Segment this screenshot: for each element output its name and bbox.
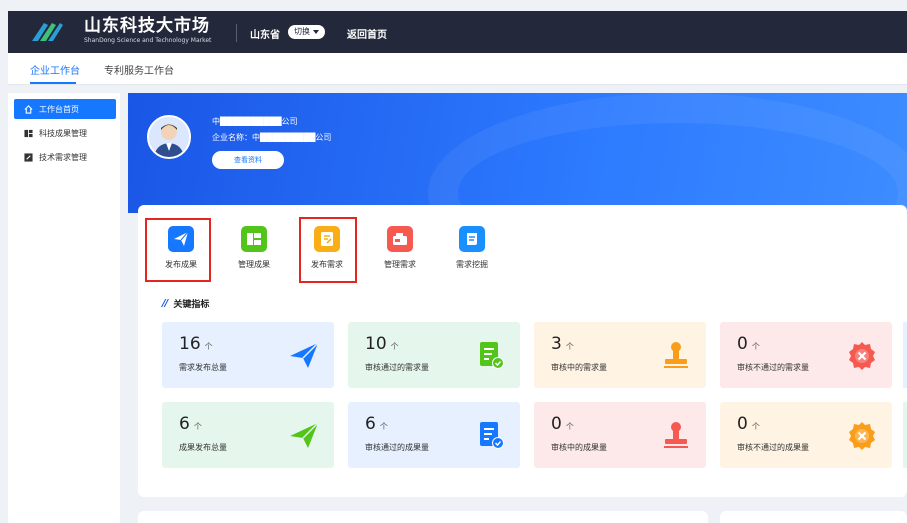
- stat-value-row: 0个: [737, 334, 760, 354]
- grid-icon: [24, 129, 33, 137]
- quick-action-demand-mining[interactable]: 需求挖掘: [442, 226, 502, 270]
- stat-label: 需求发布总量: [179, 363, 227, 372]
- stat-unit: 个: [751, 342, 760, 351]
- stat-value-row: 6个: [179, 414, 202, 434]
- key-indicators-title: // 关键指标: [162, 297, 209, 310]
- stat-label: 成果发布总量: [179, 443, 227, 452]
- bottom-panel: [138, 511, 708, 523]
- user-avatar-icon: [149, 117, 189, 157]
- edit-icon: [24, 152, 33, 162]
- sidebar-item-home[interactable]: 工作台首页: [14, 99, 116, 119]
- company-short-name: 中██████████公司: [212, 117, 298, 126]
- stat-label: 审核中的需求量: [551, 363, 607, 372]
- stat-value-row: 0个: [551, 414, 574, 434]
- stat-card-demand-reviewing[interactable]: 3个 审核中的需求量: [534, 322, 706, 388]
- stat-unit: 个: [565, 422, 574, 431]
- switch-label: 切换: [294, 27, 310, 36]
- stat-unit: 个: [193, 422, 202, 431]
- stat-unit: 个: [379, 422, 388, 431]
- tab-enterprise-workspace[interactable]: 企业工作台: [30, 62, 80, 77]
- stat-value: 0: [737, 414, 748, 434]
- stat-value: 16: [179, 334, 201, 354]
- stat-value: 3: [551, 334, 562, 354]
- paper-plane-icon: [290, 422, 319, 448]
- brand-title: 山东科技大市场: [84, 16, 210, 36]
- stamp-icon: [664, 422, 688, 448]
- stat-card-demand-approved[interactable]: 10 个 审核通过的需求量: [348, 322, 520, 388]
- manage-demand-icon: [387, 226, 413, 252]
- sidebar-item-achievements[interactable]: 科技成果管理: [14, 123, 116, 143]
- back-home-link[interactable]: 返回首页: [347, 26, 387, 41]
- stat-label: 审核不通过的成果量: [737, 443, 809, 452]
- banner-decoration: [428, 93, 907, 213]
- stat-unit: 个: [751, 422, 760, 431]
- company-name-row: 企业名称：中█████████公司: [212, 132, 331, 143]
- bottom-panel: [720, 511, 907, 523]
- logo-icon: [32, 23, 63, 41]
- stat-unit: 个: [565, 342, 574, 351]
- stat-unit: 个: [204, 342, 213, 351]
- quick-action-manage-demands[interactable]: 管理需求: [370, 226, 430, 270]
- stat-value-row: 6个: [365, 414, 388, 434]
- brand[interactable]: 山东科技大市场 ShanDong Science and Technology …: [84, 15, 211, 45]
- stat-value-row: 3个: [551, 334, 574, 354]
- stamp-icon: [664, 342, 688, 368]
- stat-card-achievement-reviewing[interactable]: 0个 审核中的成果量: [534, 402, 706, 468]
- stat-value: 0: [737, 334, 748, 354]
- stat-value-row: 10 个: [365, 334, 399, 354]
- quick-action-manage-achievements[interactable]: 管理成果: [224, 226, 284, 270]
- quick-action-label: 需求挖掘: [456, 260, 488, 269]
- stat-label: 审核不通过的需求量: [737, 363, 809, 372]
- quick-action-label: 管理成果: [238, 260, 270, 269]
- stat-label: 审核中的成果量: [551, 443, 607, 452]
- view-profile-button[interactable]: 查看资料: [212, 151, 284, 169]
- stat-value-row: 0个: [737, 414, 760, 434]
- stat-card-partial: [903, 322, 907, 388]
- divider: [236, 24, 237, 42]
- company-name-value: 中█████████公司: [252, 133, 332, 142]
- home-icon: [24, 104, 33, 114]
- stat-value: 10: [365, 334, 387, 354]
- sidebar: 工作台首页 科技成果管理 技术需求管理: [8, 93, 120, 523]
- stat-card-demand-rejected[interactable]: 0个 审核不通过的需求量: [720, 322, 892, 388]
- stat-value: 6: [179, 414, 190, 434]
- highlight-box: [145, 218, 211, 282]
- stat-unit: 个: [390, 342, 399, 351]
- stat-label: 审核通过的成果量: [365, 443, 429, 452]
- brand-subtitle: ShanDong Science and Technology Market: [84, 37, 212, 44]
- stat-label: 审核通过的需求量: [365, 363, 429, 372]
- avatar: [147, 115, 191, 159]
- paper-plane-icon: [290, 342, 319, 368]
- rejected-badge-icon: [849, 422, 875, 450]
- caret-down-icon: [313, 30, 319, 34]
- folder-icon: [241, 226, 267, 252]
- stat-card-achievement-rejected[interactable]: 0个 审核不通过的成果量: [720, 402, 892, 468]
- slash-icon: //: [162, 298, 168, 309]
- switch-province-button[interactable]: 切换: [288, 25, 325, 39]
- stat-value: 0: [551, 414, 562, 434]
- top-bar: 山东科技大市场 ShanDong Science and Technology …: [8, 11, 907, 53]
- tab-patent-workspace[interactable]: 专利服务工作台: [104, 62, 174, 77]
- sidebar-item-label: 技术需求管理: [39, 152, 87, 162]
- active-tab-indicator: [30, 82, 76, 84]
- sidebar-item-demands[interactable]: 技术需求管理: [14, 147, 116, 167]
- highlight-box: [299, 217, 357, 283]
- stat-card-achievement-approved[interactable]: 6个 审核通过的成果量: [348, 402, 520, 468]
- workspace-tabs: 企业工作台 专利服务工作台: [8, 53, 907, 85]
- sidebar-item-label: 科技成果管理: [39, 128, 87, 138]
- province-label: 山东省: [250, 30, 280, 41]
- sidebar-item-label: 工作台首页: [39, 104, 79, 114]
- quick-action-label: 管理需求: [384, 260, 416, 269]
- approved-doc-icon: [480, 422, 504, 449]
- section-title-text: 关键指标: [173, 300, 210, 310]
- stat-value: 6: [365, 414, 376, 434]
- stat-value-row: 16 个: [179, 334, 213, 354]
- company-name-label: 企业名称：: [212, 133, 252, 142]
- stat-card-demand-total[interactable]: 16 个 需求发布总量: [162, 322, 334, 388]
- stat-card-achievement-total[interactable]: 6个 成果发布总量: [162, 402, 334, 468]
- document-icon: [459, 226, 485, 252]
- rejected-badge-icon: [849, 342, 875, 370]
- approved-doc-icon: [480, 342, 504, 369]
- stat-card-partial: [903, 402, 907, 468]
